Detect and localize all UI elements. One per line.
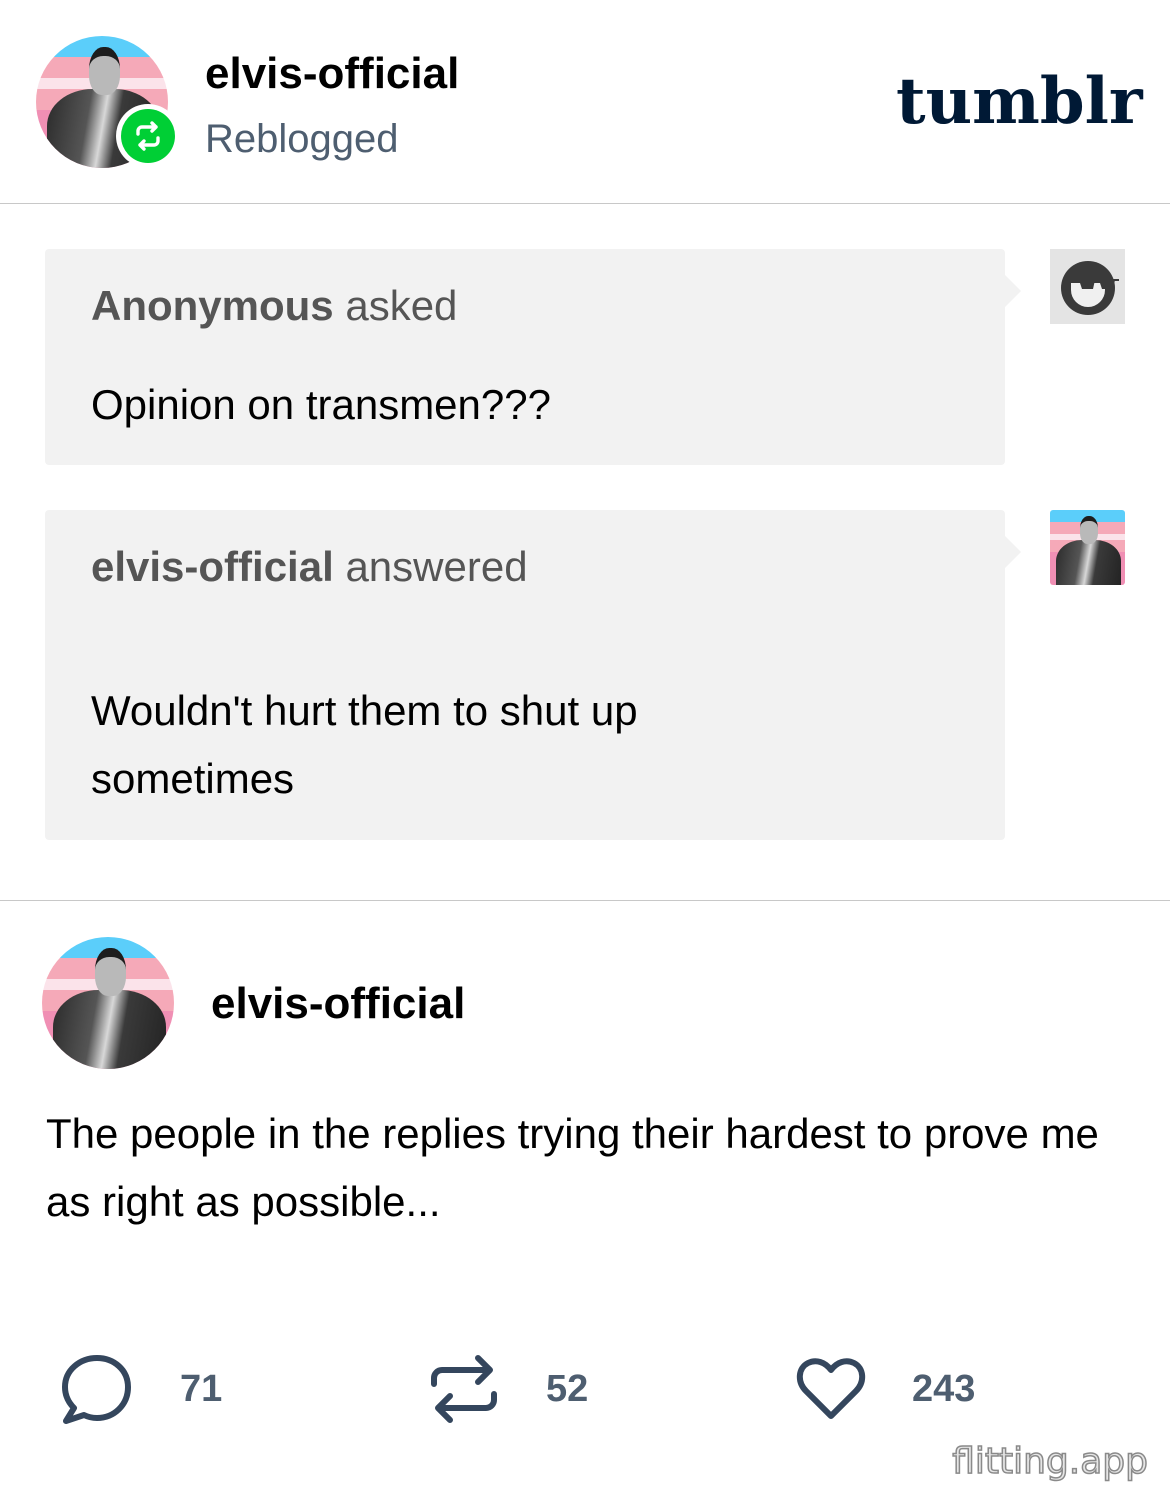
reblog-icon (431, 1355, 497, 1423)
reblog-icon (136, 121, 160, 151)
avatar-image (42, 937, 174, 1069)
avatar[interactable] (42, 937, 174, 1069)
reblog-body: The people in the replies trying their h… (46, 1110, 1099, 1225)
anonymous-avatar (1050, 249, 1125, 324)
comment-icon (62, 1355, 131, 1424)
ask-question: Opinion on transmen??? (91, 381, 551, 428)
reblog-author-name[interactable]: elvis-official (211, 976, 465, 1032)
asker-name: Anonymous (91, 282, 334, 329)
anonymous-face-icon (1061, 261, 1119, 315)
post-divider (0, 900, 1170, 901)
like-count: 243 (912, 1368, 976, 1410)
answer-bubble: elvis-official answered Wouldn't hurt th… (45, 510, 1021, 840)
reblog-button[interactable]: 52 (428, 1352, 628, 1426)
answer-verb: answered (345, 543, 528, 590)
answerer-avatar[interactable] (1050, 510, 1125, 585)
reply-button[interactable]: 71 (60, 1352, 260, 1426)
reblog-count: 52 (546, 1368, 589, 1410)
ask-bubble: Anonymous asked Opinion on transmen??? (45, 249, 1021, 465)
tumblr-logo: tumblr (896, 64, 1143, 139)
reblog-status: Reblogged (205, 117, 399, 161)
answer-header: elvis-official answered (91, 540, 528, 594)
post-header: elvis-official Reblogged tumblr (0, 0, 1170, 204)
answer-text: Wouldn't hurt them to shut up sometimes (91, 687, 638, 802)
ask-verb: asked (345, 282, 458, 329)
watermark: flitting.app (951, 1440, 1148, 1483)
answerer-name[interactable]: elvis-official (91, 543, 334, 590)
blog-name[interactable]: elvis-official (205, 46, 459, 102)
reply-count: 71 (180, 1368, 223, 1410)
heart-icon (796, 1358, 866, 1419)
reblog-badge (116, 104, 180, 168)
ask-header: Anonymous asked (91, 279, 457, 333)
like-button[interactable]: 243 (794, 1352, 1034, 1426)
avatar-image (1050, 510, 1125, 585)
